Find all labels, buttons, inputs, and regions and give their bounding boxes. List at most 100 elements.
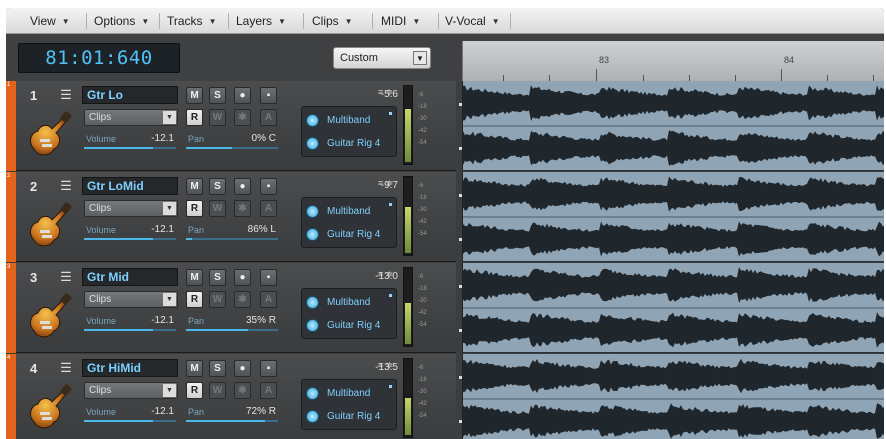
input-echo-button[interactable]: ▪ xyxy=(260,178,277,195)
menu-view[interactable]: View ▼ xyxy=(30,12,70,30)
dropdown-arrow-icon[interactable]: ▼ xyxy=(413,51,427,65)
track-name-field[interactable]: Gtr HiMid xyxy=(82,359,178,377)
power-icon[interactable] xyxy=(306,204,319,218)
automation-read-button[interactable]: R xyxy=(186,382,203,399)
track-view-preset-select[interactable]: Custom ▼ xyxy=(333,47,431,69)
pan-slider[interactable]: Pan 0% C xyxy=(186,133,278,149)
track-header[interactable]: 4 4 ☰ Gtr HiMid M S ● ▪ Clips ▼ R W ✱ A … xyxy=(6,354,456,439)
power-icon[interactable] xyxy=(306,136,319,150)
track-view-mode-select[interactable]: Clips ▼ xyxy=(84,291,178,308)
track-row[interactable]: 4 4 ☰ Gtr HiMid M S ● ▪ Clips ▼ R W ✱ A … xyxy=(6,354,884,439)
track-name-field[interactable]: Gtr LoMid xyxy=(82,177,178,195)
archive-button[interactable]: A xyxy=(260,382,277,399)
fx-bin[interactable]: Multiband Guitar Rig 4 xyxy=(301,197,397,248)
freeze-button[interactable]: ✱ xyxy=(234,200,251,217)
mute-button[interactable]: M xyxy=(186,360,203,377)
track-header[interactable]: 2 2 ☰ Gtr LoMid M S ● ▪ Clips ▼ R W ✱ A … xyxy=(6,172,456,262)
input-echo-button[interactable]: ▪ xyxy=(260,87,277,104)
fx-bin[interactable]: Multiband Guitar Rig 4 xyxy=(301,288,397,339)
automation-write-button[interactable]: W xyxy=(209,109,226,126)
pan-slider[interactable]: Pan 86% L xyxy=(186,224,278,240)
track-color-strip[interactable]: 4 xyxy=(6,354,16,439)
volume-slider[interactable]: Volume -12.1 xyxy=(84,224,176,240)
solo-button[interactable]: S xyxy=(209,360,226,377)
menu-icon[interactable]: ≡ ≑ xyxy=(378,178,393,189)
audio-clip-lane[interactable] xyxy=(459,354,884,439)
automation-write-button[interactable]: W xyxy=(209,200,226,217)
power-icon[interactable] xyxy=(306,386,319,400)
power-icon[interactable] xyxy=(306,227,319,241)
fx-slot[interactable]: Guitar Rig 4 xyxy=(306,133,394,153)
power-icon[interactable] xyxy=(306,318,319,332)
timeline-ruler[interactable]: 83 84 xyxy=(462,41,884,81)
record-arm-button[interactable]: ● xyxy=(234,360,251,377)
track-view-mode-select[interactable]: Clips ▼ xyxy=(84,382,178,399)
automation-write-button[interactable]: W xyxy=(209,382,226,399)
track-name-field[interactable]: Gtr Mid xyxy=(82,268,178,286)
volume-slider[interactable]: Volume -12.1 xyxy=(84,406,176,422)
track-view-mode-select[interactable]: Clips ▼ xyxy=(84,200,178,217)
pan-slider[interactable]: Pan 35% R xyxy=(186,315,278,331)
menu-v-vocal[interactable]: V-Vocal ▼ xyxy=(445,12,500,30)
track-color-strip[interactable]: 3 xyxy=(6,263,16,353)
automation-write-button[interactable]: W xyxy=(209,291,226,308)
record-arm-button[interactable]: ● xyxy=(234,269,251,286)
archive-button[interactable]: A xyxy=(260,109,277,126)
automation-read-button[interactable]: R xyxy=(186,109,203,126)
volume-slider[interactable]: Volume -12.1 xyxy=(84,315,176,331)
mute-button[interactable]: M xyxy=(186,178,203,195)
audio-clip-lane[interactable] xyxy=(459,81,884,171)
track-header[interactable]: 1 1 ☰ Gtr Lo M S ● ▪ Clips ▼ R W ✱ A Vol… xyxy=(6,81,456,171)
fx-slot[interactable]: Multiband xyxy=(306,201,394,221)
fx-slot[interactable]: Guitar Rig 4 xyxy=(306,406,394,426)
menu-layers[interactable]: Layers ▼ xyxy=(236,12,286,30)
volume-slider[interactable]: Volume -12.1 xyxy=(84,133,176,149)
mute-button[interactable]: M xyxy=(186,269,203,286)
track-row[interactable]: 2 2 ☰ Gtr LoMid M S ● ▪ Clips ▼ R W ✱ A … xyxy=(6,172,884,262)
solo-button[interactable]: S xyxy=(209,269,226,286)
dropdown-arrow-icon[interactable]: ▼ xyxy=(163,384,176,397)
track-row[interactable]: 3 3 ☰ Gtr Mid M S ● ▪ Clips ▼ R W ✱ A Vo… xyxy=(6,263,884,353)
fx-bin[interactable]: Multiband Guitar Rig 4 xyxy=(301,106,397,157)
dropdown-arrow-icon[interactable]: ▼ xyxy=(163,293,176,306)
solo-button[interactable]: S xyxy=(209,178,226,195)
input-echo-button[interactable]: ▪ xyxy=(260,360,277,377)
dropdown-arrow-icon[interactable]: ▼ xyxy=(163,111,176,124)
power-icon[interactable] xyxy=(306,295,319,309)
freeze-button[interactable]: ✱ xyxy=(234,109,251,126)
fx-slot[interactable]: Guitar Rig 4 xyxy=(306,224,394,244)
track-settings-icon[interactable]: ☰ xyxy=(58,269,74,285)
fx-slot[interactable]: Multiband xyxy=(306,292,394,312)
menu-clips[interactable]: Clips ▼ xyxy=(312,12,353,30)
menu-icon[interactable]: ≡ ≑ xyxy=(378,269,393,280)
track-view-mode-select[interactable]: Clips ▼ xyxy=(84,109,178,126)
track-row[interactable]: 1 1 ☰ Gtr Lo M S ● ▪ Clips ▼ R W ✱ A Vol… xyxy=(6,81,884,171)
track-header[interactable]: 3 3 ☰ Gtr Mid M S ● ▪ Clips ▼ R W ✱ A Vo… xyxy=(6,263,456,353)
fx-slot[interactable]: Multiband xyxy=(306,110,394,130)
menu-tracks[interactable]: Tracks ▼ xyxy=(167,12,216,30)
audio-clip-lane[interactable] xyxy=(459,263,884,353)
pan-slider[interactable]: Pan 72% R xyxy=(186,406,278,422)
track-name-field[interactable]: Gtr Lo xyxy=(82,86,178,104)
track-settings-icon[interactable]: ☰ xyxy=(58,87,74,103)
track-settings-icon[interactable]: ☰ xyxy=(58,178,74,194)
automation-read-button[interactable]: R xyxy=(186,200,203,217)
solo-button[interactable]: S xyxy=(209,87,226,104)
guitar-icon[interactable] xyxy=(26,200,76,252)
fx-slot[interactable]: Multiband xyxy=(306,383,394,403)
freeze-button[interactable]: ✱ xyxy=(234,291,251,308)
track-color-strip[interactable]: 1 xyxy=(6,81,16,171)
record-arm-button[interactable]: ● xyxy=(234,87,251,104)
mute-button[interactable]: M xyxy=(186,87,203,104)
input-echo-button[interactable]: ▪ xyxy=(260,269,277,286)
power-icon[interactable] xyxy=(306,113,319,127)
automation-read-button[interactable]: R xyxy=(186,291,203,308)
guitar-icon[interactable] xyxy=(26,291,76,343)
guitar-icon[interactable] xyxy=(26,382,76,434)
now-time-display[interactable]: 81:01:640 xyxy=(18,43,180,73)
menu-icon[interactable]: ≡ ≑ xyxy=(378,87,393,98)
archive-button[interactable]: A xyxy=(260,291,277,308)
archive-button[interactable]: A xyxy=(260,200,277,217)
dropdown-arrow-icon[interactable]: ▼ xyxy=(163,202,176,215)
record-arm-button[interactable]: ● xyxy=(234,178,251,195)
